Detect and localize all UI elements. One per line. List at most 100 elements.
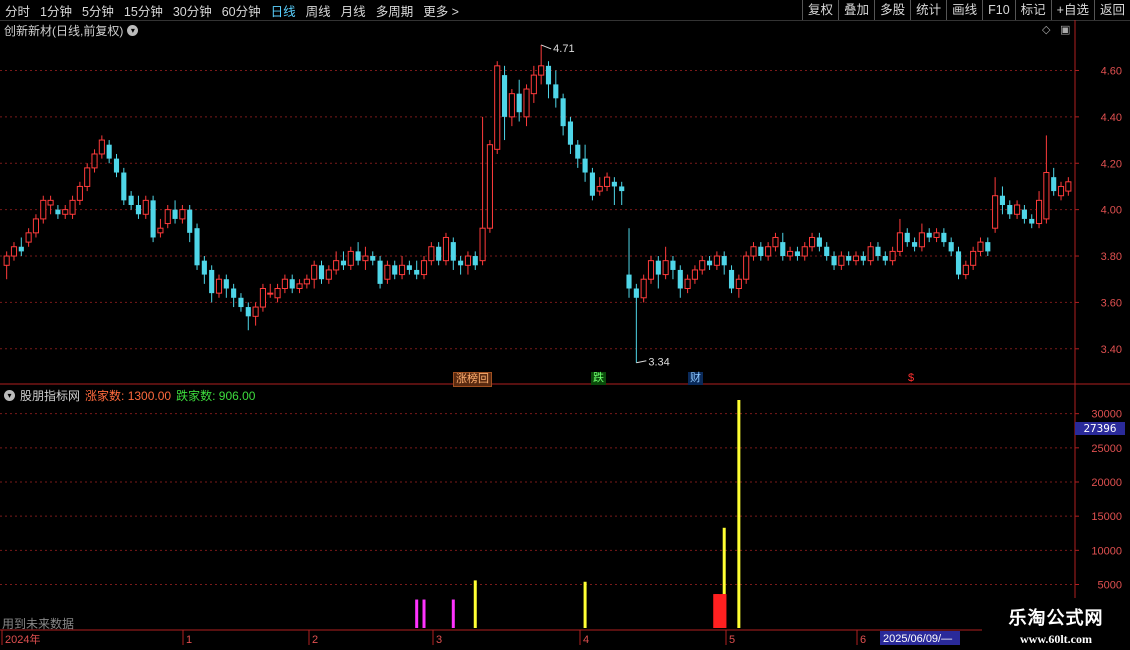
candle-body xyxy=(62,209,69,215)
candle-body xyxy=(442,236,450,262)
candle-body xyxy=(362,255,369,262)
indicator-bar xyxy=(422,599,426,628)
candle-body xyxy=(458,260,464,266)
candle-body xyxy=(743,255,750,280)
candle-body xyxy=(603,176,611,187)
candle-body xyxy=(553,84,559,99)
marker-limit-up-list[interactable]: 涨榜回 xyxy=(453,372,492,387)
candle-body xyxy=(340,260,347,266)
price-tick-label: 3.60 xyxy=(1101,297,1122,309)
candle-body xyxy=(318,265,325,280)
ind-tick-label: 10000 xyxy=(1091,545,1122,557)
chart-canvas[interactable]: 3.40 3.60 3.80 4.00 4.20 4.40 4.60 4.71 3.34 5000… xyxy=(0,0,1130,650)
candle-body xyxy=(32,218,40,234)
time-label: 2 xyxy=(312,634,318,646)
candle-body xyxy=(545,65,552,85)
candle-body xyxy=(735,278,742,290)
candle-body xyxy=(76,185,83,201)
candle-body xyxy=(18,246,24,252)
candle-body xyxy=(450,242,456,261)
candle-body xyxy=(414,269,420,275)
candle-body xyxy=(670,260,676,270)
marker-finance[interactable]: 财 xyxy=(688,372,703,385)
candle-body xyxy=(787,250,794,257)
candle-body xyxy=(999,195,1006,205)
candle-body xyxy=(962,264,969,276)
price-tick-label: 4.00 xyxy=(1101,205,1122,217)
candle-body xyxy=(750,246,757,257)
candle-body xyxy=(699,260,706,271)
candle-body xyxy=(40,199,47,220)
chevron-down-icon[interactable]: ▾ xyxy=(4,390,15,401)
time-label: 2024年 xyxy=(5,632,40,646)
candle-body xyxy=(889,250,896,262)
candle-body xyxy=(377,260,383,284)
candle-body xyxy=(707,260,713,266)
time-label: 5 xyxy=(729,634,735,646)
marker-dollar[interactable]: $ xyxy=(906,372,916,385)
candle-body xyxy=(758,246,764,257)
candle-body xyxy=(231,288,237,298)
future-data-note: 用到未来数据 xyxy=(2,617,75,631)
candle-body xyxy=(113,158,120,173)
candle-body xyxy=(538,65,545,76)
indicator-title-bar: ▾ 股朋指标网 涨家数: 1300.00 跌家数: 906.00 xyxy=(4,387,255,404)
time-label: 3 xyxy=(436,634,442,646)
candle-body xyxy=(904,232,910,243)
marker-fall[interactable]: 跌 xyxy=(591,372,606,385)
candle-body xyxy=(106,144,112,159)
watermark: 乐淘公式网 www.60lt.com xyxy=(982,598,1130,650)
candle-body xyxy=(150,200,156,238)
candle-body xyxy=(596,185,603,192)
indicator-red-block xyxy=(713,594,727,628)
candle-body xyxy=(179,209,186,220)
candle-body xyxy=(392,265,398,275)
price-tick-label: 3.40 xyxy=(1101,344,1122,356)
candle-body xyxy=(128,195,134,205)
candle-body xyxy=(867,246,874,262)
candle-body xyxy=(985,242,991,252)
candle-body xyxy=(977,241,984,252)
candle-body xyxy=(172,209,178,219)
ind-tick-label: 30000 xyxy=(1091,409,1122,421)
extreme-pointer xyxy=(540,44,552,50)
candle-body xyxy=(560,98,566,127)
candle-body xyxy=(824,246,830,257)
candle-body xyxy=(809,236,816,248)
candle-body xyxy=(647,260,655,280)
candle-body xyxy=(523,88,530,118)
candle-body xyxy=(464,255,472,266)
price-tick-label: 4.60 xyxy=(1101,65,1122,77)
candle-body xyxy=(918,232,925,248)
candle-body xyxy=(1035,199,1043,225)
candle-body xyxy=(91,153,98,169)
candle-body xyxy=(1051,177,1057,192)
candle-body xyxy=(194,228,200,266)
candle-body xyxy=(289,279,295,289)
candle-body xyxy=(882,256,888,261)
candle-body xyxy=(252,306,259,317)
candle-body xyxy=(780,242,786,257)
candle-body xyxy=(567,121,574,145)
candle-body xyxy=(486,144,493,229)
candle-body xyxy=(406,265,412,270)
candle-body xyxy=(912,242,918,247)
candle-body xyxy=(684,278,691,290)
candle-body xyxy=(589,172,595,196)
candle-body xyxy=(992,195,999,229)
candle-body xyxy=(1014,204,1021,215)
candle-body xyxy=(713,255,720,266)
candle-body xyxy=(420,260,428,276)
low-label: 3.34 xyxy=(648,357,669,369)
indicator-bar xyxy=(451,599,455,628)
candle-body xyxy=(296,283,303,290)
candle-body xyxy=(633,288,639,298)
watermark-title: 乐淘公式网 xyxy=(1008,608,1104,628)
price-tick-label: 3.80 xyxy=(1101,251,1122,263)
candle-body xyxy=(281,278,288,290)
candle-body xyxy=(516,93,522,113)
candle-body xyxy=(926,232,932,238)
ind-tick-label: 20000 xyxy=(1091,477,1122,489)
candle-body xyxy=(398,264,406,276)
candle-body xyxy=(852,255,860,262)
